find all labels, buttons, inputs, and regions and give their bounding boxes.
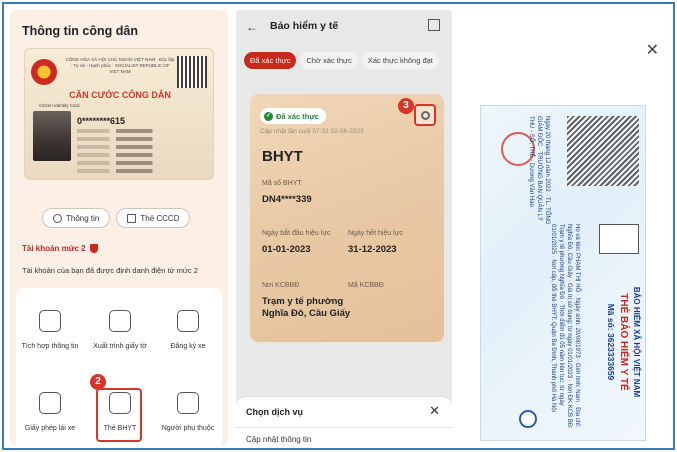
id-card[interactable]: CỘNG HÒA XÃ HỘI CHỦ NGHĨA VIỆT NAM · Độc… — [24, 48, 214, 180]
close-icon[interactable]: ✕ — [429, 403, 440, 419]
car-icon — [177, 310, 199, 332]
info-icon — [53, 213, 62, 223]
info-button[interactable]: Thông tin — [42, 208, 111, 228]
gear-icon — [421, 111, 430, 120]
menu-item-vehicle-registration[interactable]: Đăng ký xe — [156, 310, 220, 351]
step-badge-3: 3 — [398, 98, 414, 114]
page-title: Bảo hiểm y tế — [270, 20, 339, 32]
cccd-card-button[interactable]: Thẻ CCCD — [116, 208, 191, 228]
screenshot-frame: Thông tin công dân CỘNG HÒA XÃ HỘI CHỦ N… — [2, 2, 675, 450]
kcb-value: Trạm y tế phường Nghĩa Đô, Cầu Giấy — [262, 296, 351, 319]
national-emblem-icon — [31, 59, 57, 85]
step-badge-2: 2 — [90, 374, 106, 390]
account-description: Tài khoản của bạn đã được định danh điện… — [22, 266, 198, 275]
tab-pending[interactable]: Chờ xác thực — [300, 52, 358, 69]
menu-label: Đăng ký xe — [170, 343, 206, 350]
document-add-icon — [39, 310, 61, 332]
qr-scan-icon[interactable] — [428, 19, 440, 31]
insurance-card-viewer: ✕ BẢO HIỂM XÃ HỘI VIỆT NAM THẺ BẢO HIỂM … — [460, 10, 671, 446]
page-title: Thông tin công dân — [22, 24, 138, 38]
end-value: 31-12-2023 — [348, 244, 397, 255]
id-card-title: CĂN CƯỚC CÔNG DÂN — [69, 90, 171, 100]
settings-button[interactable] — [414, 104, 436, 126]
verified-label: Đã xác thực — [276, 111, 319, 121]
insurance-org: BẢO HIỂM XÃ HỘI VIỆT NAM — [632, 286, 641, 398]
insurance-card[interactable]: ✓ Đã xác thực Cập nhật lần cuối 07:33 02-… — [250, 94, 444, 342]
account-level: Tài khoản mức 2 — [22, 244, 98, 253]
id-photo — [33, 111, 71, 161]
id-card-subtitle: Citizen Identity Card — [39, 103, 80, 108]
id-card-fields — [77, 129, 185, 177]
signature-block: Ngày 20 tháng 12 năm 2022 · TL. TỔNG GIÁ… — [528, 116, 550, 225]
insurance-number: Mã số: 3623333659 — [606, 303, 616, 381]
account-level-label: Tài khoản mức 2 — [22, 244, 86, 253]
menu-label: Tích hợp thông tin — [21, 343, 79, 350]
top-bar: ← Bảo hiểm y tế — [236, 10, 452, 46]
menu-item-driver-license[interactable]: Giấy phép lái xe — [18, 392, 82, 433]
close-icon[interactable]: ✕ — [646, 40, 659, 60]
status-tabs: Đã xác thực Chờ xác thực Xác thực không … — [244, 52, 439, 69]
menu-item-present-documents[interactable]: Xuất trình giấy tờ — [88, 310, 152, 351]
rotated-card-content: BẢO HIỂM XÃ HỘI VIỆT NAM THẺ BẢO HIỂM Y … — [481, 106, 645, 440]
tab-failed[interactable]: Xác thực không đạt — [361, 52, 439, 69]
service-sheet: Chọn dịch vụ ✕ Cập nhật thông tin — [236, 396, 452, 446]
kcb-label: Nơi KCBBĐ — [262, 282, 300, 289]
verified-badge: ✓ Đã xác thực — [260, 108, 326, 124]
menu-item-dependents[interactable]: Người phụ thuộc — [156, 392, 220, 433]
code-value: DN4****339 — [262, 194, 312, 205]
photo-placeholder — [599, 224, 639, 254]
back-arrow-icon[interactable]: ← — [246, 20, 258, 34]
start-value: 01-01-2023 — [262, 244, 311, 255]
shield-icon — [89, 244, 98, 253]
license-icon — [39, 392, 61, 414]
menu-label: Xuất trình giấy tờ — [93, 343, 147, 350]
card-icon — [127, 213, 137, 223]
citizen-info-panel: Thông tin công dân CỘNG HÒA XÃ HỘI CHỦ N… — [10, 10, 228, 446]
highlight-health-insurance — [96, 388, 142, 442]
id-number: 0********615 — [77, 116, 126, 126]
menu-label: Giấy phép lái xe — [24, 425, 76, 432]
insurance-card-title: THẺ BẢO HIỂM Y TẾ — [618, 293, 629, 391]
update-info-option[interactable]: Cập nhật thông tin — [246, 435, 311, 444]
person-icon — [177, 392, 199, 414]
cccd-button-label: Thẻ CCCD — [140, 213, 180, 223]
id-card-header: CỘNG HÒA XÃ HỘI CHỦ NGHĨA VIỆT NAM · Độc… — [65, 57, 175, 74]
health-insurance-panel: ← Bảo hiểm y tế Đã xác thực Chờ xác thực… — [236, 10, 452, 446]
card-actions: Thông tin Thẻ CCCD — [42, 208, 191, 228]
kcb-code-label: Mã KCBBĐ — [348, 282, 384, 289]
insurance-logo-icon — [519, 410, 537, 428]
start-label: Ngày bắt đầu hiệu lực — [262, 230, 331, 237]
code-label: Mã số BHYT — [262, 180, 302, 187]
insurance-details: Họ và tên: PHẠM THỊ HỒ · Ngày sinh: 20/0… — [550, 224, 580, 429]
insurance-card-image: BẢO HIỂM XÃ HỘI VIỆT NAM THẺ BẢO HIỂM Y … — [480, 105, 646, 441]
tab-verified[interactable]: Đã xác thực — [244, 52, 297, 69]
card-header: BẢO HIỂM XÃ HỘI VIỆT NAM THẺ BẢO HIỂM Y … — [606, 252, 641, 432]
divider — [236, 427, 452, 428]
qr-code-icon — [177, 56, 207, 88]
folder-icon — [109, 310, 131, 332]
qr-code-icon — [567, 116, 639, 186]
menu-label: Người phụ thuộc — [161, 425, 215, 432]
sheet-title: Chọn dịch vụ — [246, 407, 303, 417]
card-title: BHYT — [262, 148, 303, 165]
info-button-label: Thông tin — [66, 213, 100, 223]
menu-item-integrate-info[interactable]: Tích hợp thông tin — [18, 310, 82, 351]
last-updated: Cập nhật lần cuối 07:33 02-06-2023 — [260, 128, 364, 135]
check-icon: ✓ — [264, 111, 273, 121]
end-label: Ngày hết hiệu lực — [348, 230, 403, 237]
